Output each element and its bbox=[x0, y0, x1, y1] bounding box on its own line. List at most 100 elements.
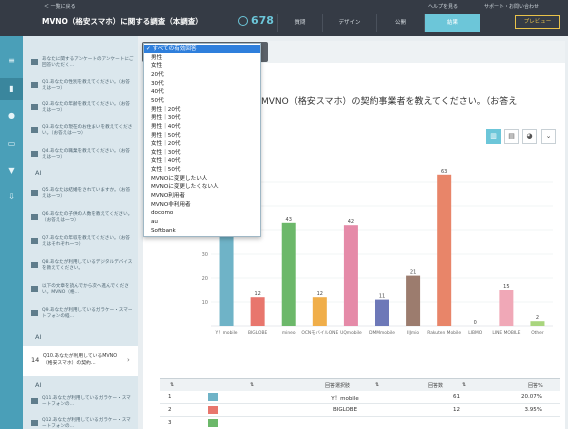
dropdown-option[interactable]: 女性｜40代 bbox=[144, 157, 260, 165]
data-label: 11 bbox=[379, 294, 385, 300]
color-swatch bbox=[208, 419, 218, 427]
section-label: AI bbox=[35, 333, 42, 341]
dropdown-option[interactable]: 男性｜30代 bbox=[144, 114, 260, 122]
table-row: 2 BIGLOBE 12 3.95% bbox=[160, 404, 560, 417]
dropdown-option[interactable]: docomo bbox=[144, 209, 260, 217]
chart-bar[interactable] bbox=[437, 174, 452, 326]
bar-chart-icon[interactable]: ▮ bbox=[0, 78, 23, 100]
question-text: Q10.あなたが利用しているMVNO（格安スマホ）の契約… bbox=[43, 354, 118, 366]
x-tick-label: mineo bbox=[282, 330, 296, 336]
dropdown-option[interactable]: MVNO利用者 bbox=[144, 192, 260, 200]
sort-icon[interactable]: ⇅ bbox=[375, 382, 379, 388]
x-tick-label: BIGLOBE bbox=[248, 330, 267, 336]
question-item[interactable]: Q4.あなたの職業を教えてください。（お答えは一つ） bbox=[31, 149, 135, 169]
x-tick-label: LINE MOBILE bbox=[492, 330, 520, 336]
icon-rail: ≡ ▮ ● ▭ ▼ ⇩ bbox=[0, 36, 23, 429]
question-item-active[interactable]: 14 Q10.あなたが利用しているMVNO（格安スマホ）の契約… › bbox=[23, 346, 138, 376]
dropdown-option[interactable]: 30代 bbox=[144, 80, 260, 88]
chart-bar[interactable] bbox=[499, 290, 514, 326]
question-item[interactable]: あなたに関するアンケートのアンケートにご回答いただく… bbox=[31, 57, 135, 77]
dropdown-option[interactable]: MVNOに変更したくない人 bbox=[144, 183, 260, 191]
question-item[interactable]: 以下の文章を読んでから次へ進んでください。MVNO（格… bbox=[31, 284, 135, 304]
data-label: 63 bbox=[441, 169, 447, 175]
back-link[interactable]: ＜ 一覧に戻る bbox=[44, 3, 76, 10]
data-label: 42 bbox=[348, 219, 354, 225]
chart-bar[interactable] bbox=[250, 297, 265, 326]
dropdown-option[interactable]: MVNO非利用者 bbox=[144, 201, 260, 209]
col-percent: 回答% bbox=[528, 383, 543, 389]
support-link[interactable]: サポート・お問い合わせ bbox=[484, 3, 539, 10]
y-tick-label: 10 bbox=[202, 300, 208, 306]
dropdown-option[interactable]: 女性｜50代 bbox=[144, 166, 260, 174]
help-link[interactable]: ヘルプを見る bbox=[428, 3, 458, 10]
data-label: 12 bbox=[254, 291, 260, 297]
dropdown-option[interactable]: 50代 bbox=[144, 97, 260, 105]
table-header: ⇅ ⇅ 回答選択肢 ⇅ 回答数 ⇅ 回答% bbox=[160, 378, 560, 391]
question-type-icon bbox=[31, 310, 38, 316]
x-tick-label: Rakuten Mobile bbox=[427, 330, 461, 336]
question-type-icon bbox=[31, 238, 38, 244]
question-item[interactable]: Q3.あなたの現在のお住まいを教えてください。（お答えは一つ） bbox=[31, 125, 135, 145]
data-label: 43 bbox=[286, 217, 292, 223]
survey-title: MVNO（格安スマホ）に関する調査（本調査） bbox=[42, 17, 203, 26]
question-item[interactable]: Q7.あなたの年収を教えてください。（お答えはそれぞれ一つ） bbox=[31, 236, 135, 256]
question-item[interactable]: Q5.あなたは結婚をされていますか。（お答えは一つ） bbox=[31, 188, 135, 208]
tab-results[interactable]: 結果 bbox=[424, 14, 480, 32]
dropdown-option[interactable]: Softbank bbox=[144, 227, 260, 235]
question-item[interactable]: Q9.あなたが利用しているガラケー・スマートフォンの経… bbox=[31, 308, 135, 328]
chart-bar[interactable] bbox=[343, 225, 358, 326]
dropdown-option[interactable]: 男性 bbox=[144, 54, 260, 62]
top-bar: ＜ 一覧に戻る MVNO（格安スマホ）に関する調査（本調査） 678 ヘルプを見… bbox=[0, 0, 568, 36]
dropdown-option[interactable]: 女性｜20代 bbox=[144, 140, 260, 148]
response-count: 678 bbox=[251, 14, 274, 27]
question-item[interactable]: Q11.あなたが利用しているガラケー・スマートフォンの… bbox=[31, 396, 135, 416]
question-type-icon bbox=[31, 190, 38, 196]
question-item[interactable]: Q6.あなたの子供の人数を教えてください。（お答えは一つ） bbox=[31, 212, 135, 232]
preview-button[interactable]: プレビュー bbox=[515, 15, 560, 29]
dropdown-option[interactable]: 女性 bbox=[144, 62, 260, 70]
question-type-icon bbox=[31, 398, 38, 404]
response-count-icon bbox=[238, 16, 248, 26]
x-tick-label: IIJmio bbox=[407, 330, 419, 336]
comment-icon[interactable]: ▭ bbox=[6, 139, 17, 148]
dropdown-option[interactable]: au bbox=[144, 218, 260, 226]
question-item[interactable]: Q12.あなたが利用しているガラケー・スマートフォンの… bbox=[31, 418, 135, 429]
filter-icon[interactable]: ▼ bbox=[6, 166, 17, 175]
chart-bar[interactable] bbox=[530, 321, 545, 326]
dropdown-option[interactable]: MVNOに変更したい人 bbox=[144, 175, 260, 183]
list-icon[interactable]: ≡ bbox=[6, 56, 17, 65]
chart-bar[interactable] bbox=[312, 297, 327, 326]
question-type-icon bbox=[31, 214, 38, 220]
dropdown-option[interactable]: 女性｜30代 bbox=[144, 149, 260, 157]
data-label: 21 bbox=[410, 270, 416, 276]
chart-bar[interactable] bbox=[375, 299, 389, 326]
download-icon[interactable]: ⇩ bbox=[6, 192, 17, 201]
tab-design[interactable]: デザイン bbox=[322, 14, 376, 32]
chart-bar[interactable] bbox=[281, 222, 296, 326]
question-item[interactable]: Q8.あなたが利用しているデジタルデバイスを教えてください。 bbox=[31, 260, 135, 280]
data-label: 15 bbox=[503, 284, 509, 290]
x-tick-label: LIBMO bbox=[468, 330, 483, 336]
question-type-icon bbox=[31, 151, 38, 157]
tab-publish[interactable]: 公開 bbox=[376, 14, 424, 32]
sort-icon[interactable]: ⇅ bbox=[462, 382, 466, 388]
dropdown-option[interactable]: 40代 bbox=[144, 88, 260, 96]
question-item[interactable]: Q1.あなたの性別を教えてください。（お答えは一つ） bbox=[31, 80, 135, 100]
table-row: 3 bbox=[160, 417, 560, 429]
sort-icon[interactable]: ⇅ bbox=[170, 382, 174, 388]
question-type-icon bbox=[31, 286, 38, 292]
dropdown-option[interactable]: 20代 bbox=[144, 71, 260, 79]
dropdown-option[interactable]: ✓ すべての有効回答 bbox=[144, 45, 260, 54]
y-tick-label: 30 bbox=[202, 252, 208, 258]
dropdown-option[interactable]: 男性｜20代 bbox=[144, 106, 260, 114]
dropdown-option[interactable]: 男性｜40代 bbox=[144, 123, 260, 131]
question-type-icon bbox=[31, 82, 38, 88]
section-label: AI bbox=[35, 169, 42, 177]
user-icon[interactable]: ● bbox=[6, 111, 17, 120]
chart-bar[interactable] bbox=[406, 275, 421, 326]
sort-icon[interactable]: ⇅ bbox=[250, 382, 254, 388]
x-tick-label: DMMmobile bbox=[369, 330, 395, 336]
question-item[interactable]: Q2.あなたの年齢を教えてください。（お答えは一つ） bbox=[31, 102, 135, 122]
tab-questions[interactable]: 質問 bbox=[277, 14, 322, 32]
dropdown-option[interactable]: 男性｜50代 bbox=[144, 132, 260, 140]
